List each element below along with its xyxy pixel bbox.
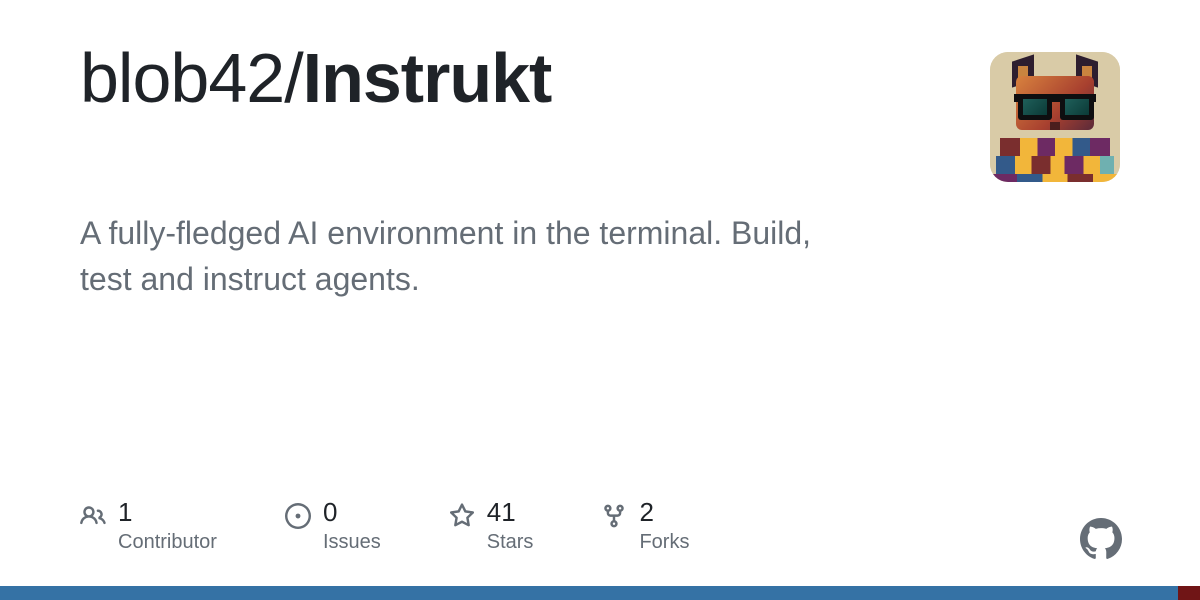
people-icon xyxy=(80,503,106,529)
stat-value: 0 xyxy=(323,499,381,525)
stat-label: Forks xyxy=(639,531,689,554)
repo-avatar[interactable] xyxy=(990,52,1120,182)
repo-description: A fully-fledged AI environment in the te… xyxy=(80,210,860,303)
title-separator: / xyxy=(284,39,302,117)
language-bar xyxy=(0,586,1200,600)
stat-label: Contributor xyxy=(118,531,217,554)
stat-value: 41 xyxy=(487,499,534,525)
stat-label: Stars xyxy=(487,531,534,554)
stat-stars[interactable]: 41 Stars xyxy=(449,499,534,554)
stat-forks[interactable]: 2 Forks xyxy=(601,499,689,554)
fork-icon xyxy=(601,503,627,529)
issue-icon xyxy=(285,503,311,529)
repo-title: blob42/Instrukt xyxy=(80,40,551,117)
language-segment xyxy=(1178,586,1200,600)
language-segment xyxy=(0,586,1178,600)
repo-stats: 1 Contributor 0 Issues 41 Stars 2 Forks xyxy=(80,499,689,554)
stat-value: 1 xyxy=(118,499,217,525)
github-logo-icon[interactable] xyxy=(1080,518,1122,560)
repo-name[interactable]: Instrukt xyxy=(303,39,552,117)
stat-issues[interactable]: 0 Issues xyxy=(285,499,381,554)
star-icon xyxy=(449,503,475,529)
stat-value: 2 xyxy=(639,499,689,525)
repo-owner[interactable]: blob42 xyxy=(80,39,284,117)
stat-contributors[interactable]: 1 Contributor xyxy=(80,499,217,554)
stat-label: Issues xyxy=(323,531,381,554)
